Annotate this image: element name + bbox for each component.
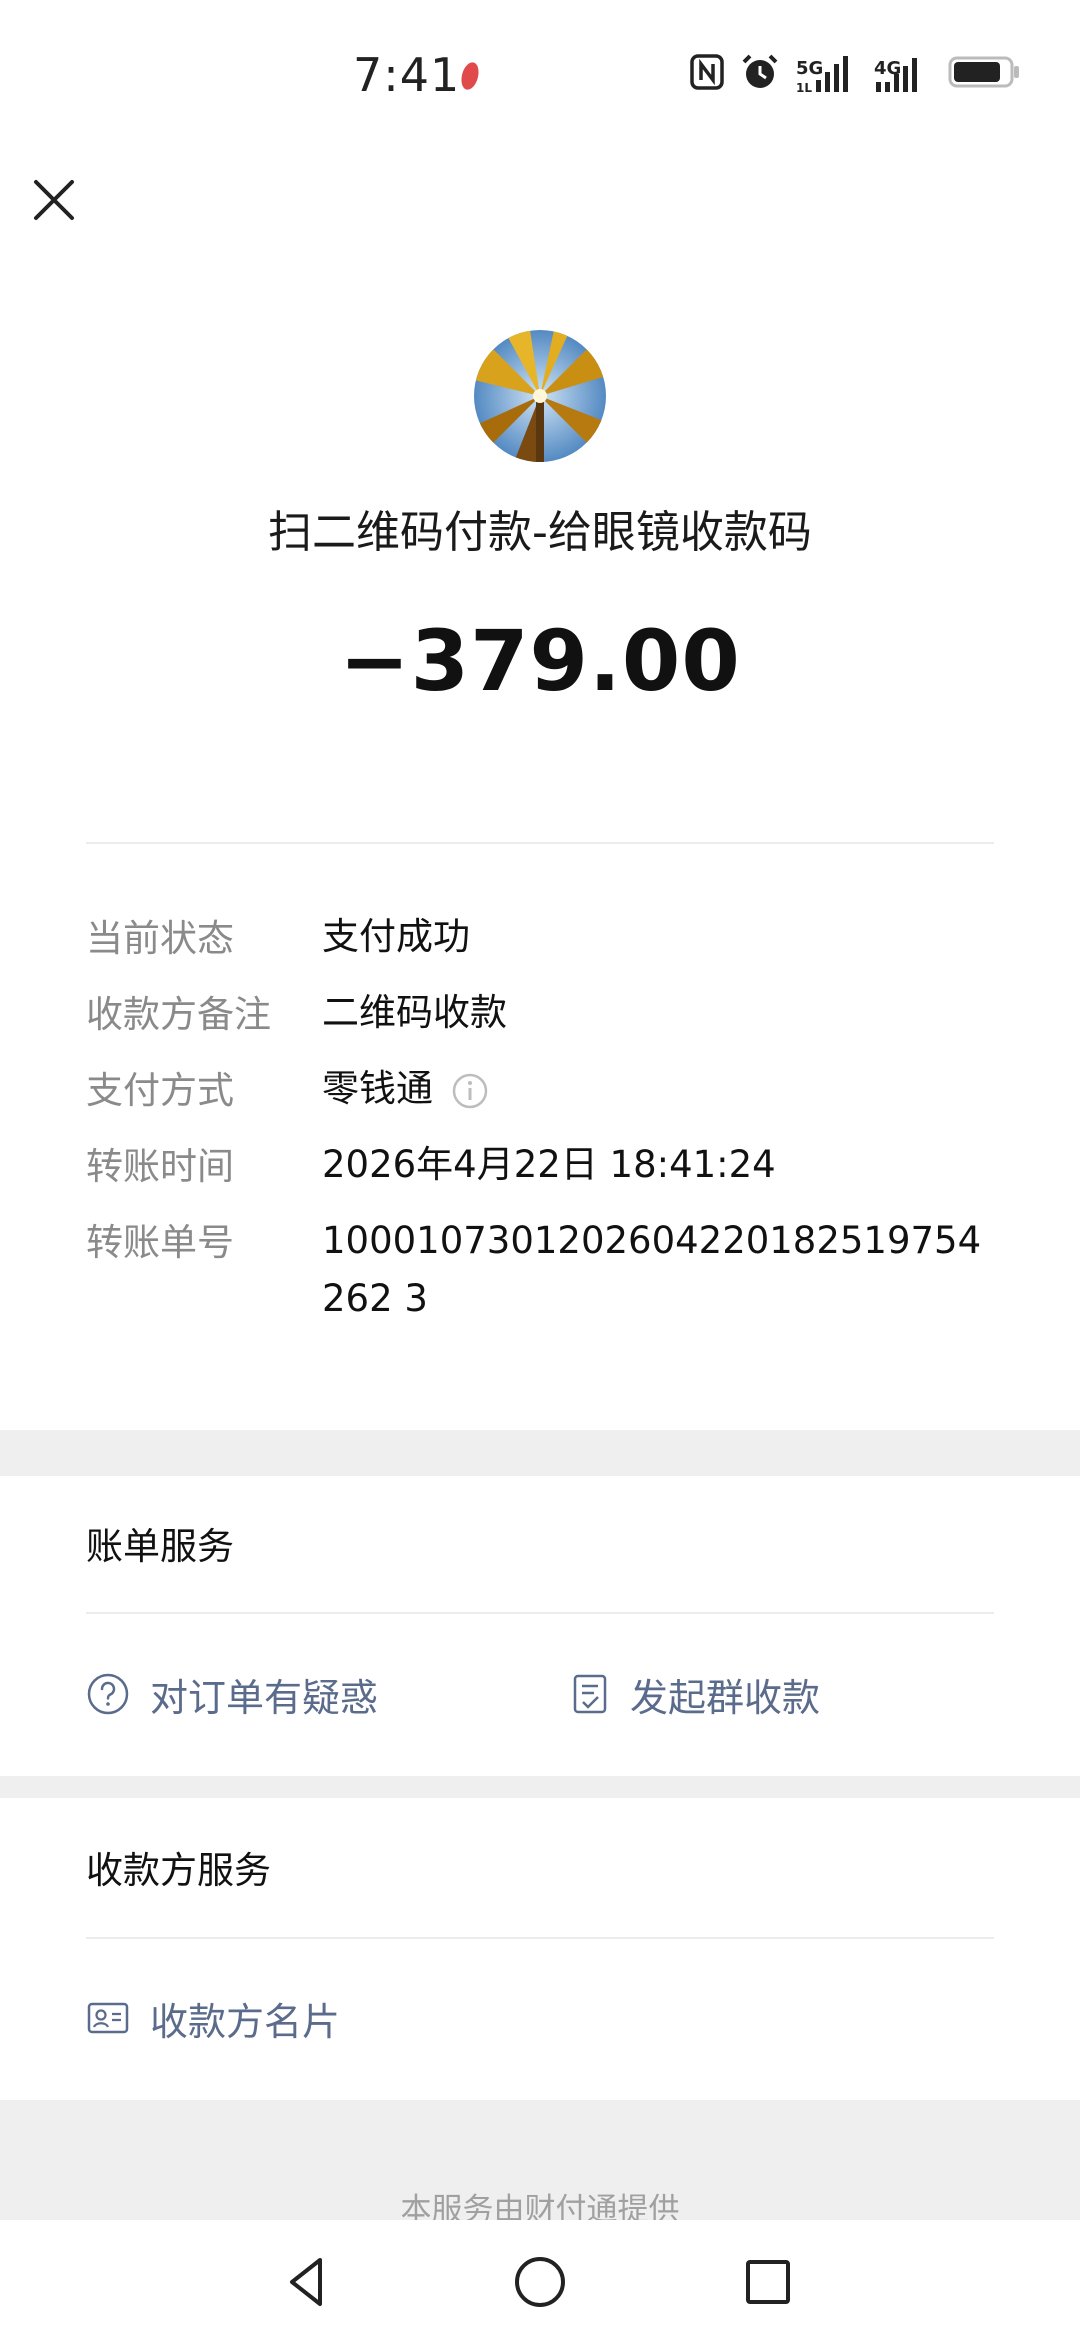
detail-value-wrap: 零钱通 [322, 1060, 998, 1118]
payment-method-value: 零钱通 [322, 1067, 433, 1110]
group-collection-button[interactable]: 发起群收款 [570, 1664, 820, 1724]
nfc-icon [690, 54, 724, 90]
checklist-icon [573, 1674, 607, 1714]
merchant-title: 扫二维码付款-给眼镜收款码 [268, 507, 812, 558]
detail-label: 转账单号 [86, 1221, 234, 1264]
header-divider [86, 842, 994, 844]
bill-service-title: 账单服务 [86, 1525, 234, 1568]
detail-value: 2026年4月22日 18:41:24 [322, 1143, 776, 1186]
section-separator [0, 1776, 1080, 1798]
recents-nav-icon[interactable] [736, 2250, 800, 2314]
recording-indicator-icon [458, 60, 482, 92]
svg-text:1L: 1L [796, 81, 812, 95]
bill-service-divider [86, 1612, 994, 1614]
info-icon[interactable] [451, 1072, 489, 1110]
status-time: 7:41 [353, 48, 461, 102]
back-nav-icon[interactable] [276, 2250, 340, 2314]
group-collection-label: 发起群收款 [630, 1675, 821, 1720]
payee-service-divider [86, 1937, 994, 1939]
detail-label: 收款方备注 [86, 993, 271, 1036]
detail-label: 支付方式 [86, 1069, 234, 1112]
alarm-icon [742, 54, 778, 88]
status-bar: 7:41 5G 1L 4G [0, 0, 1080, 150]
payment-amount: −379.00 [339, 612, 741, 710]
home-nav-icon[interactable] [508, 2250, 572, 2314]
system-navigation-bar [0, 2220, 1080, 2340]
payee-service-title: 收款方服务 [86, 1849, 271, 1892]
signal-4g-icon [876, 58, 917, 92]
detail-label: 当前状态 [86, 917, 234, 960]
section-separator [0, 1430, 1080, 1476]
payee-card-label: 收款方名片 [150, 1999, 341, 2044]
merchant-avatar [474, 330, 606, 462]
detail-value: 二维码收款 [322, 991, 507, 1034]
battery-icon [948, 56, 1019, 88]
order-question-button[interactable]: 对订单有疑惑 [86, 1664, 378, 1724]
payee-card-button[interactable]: 收款方名片 [86, 1988, 340, 2048]
contact-card-icon [87, 2002, 129, 2034]
order-question-label: 对订单有疑惑 [150, 1675, 379, 1720]
close-icon[interactable] [26, 172, 82, 228]
payment-detail-page: 7:41 5G 1L 4G 扫二维码付款-给眼镜收款码 −379.00 当前状态… [0, 0, 1080, 2340]
transaction-id-value[interactable]: 1000107301202604220182519754262 3 [322, 1212, 998, 1328]
detail-label: 转账时间 [86, 1145, 234, 1188]
question-circle-icon [87, 1673, 129, 1715]
detail-value: 支付成功 [322, 915, 470, 958]
signal-5g-icon: 1L [796, 56, 848, 95]
